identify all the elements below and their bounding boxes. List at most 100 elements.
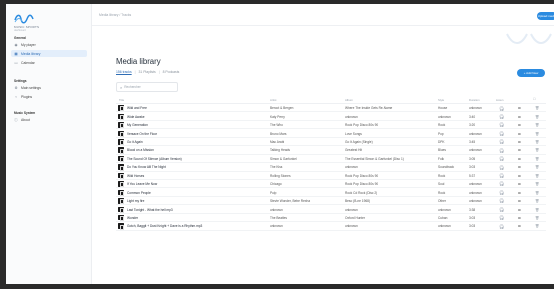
headphones-icon[interactable]: 🎧︎ <box>499 181 507 187</box>
headphones-icon[interactable]: 🎧︎ <box>499 207 507 213</box>
table-row[interactable]: Common People Pulp Rock Cd Rock (Disc 2) Ro… <box>116 188 546 197</box>
track-title[interactable]: My Generation <box>127 123 237 127</box>
more-options-icon[interactable]: ••• <box>518 224 526 228</box>
trash-icon[interactable]: 🗑︎ <box>535 165 541 169</box>
trash-icon[interactable]: 🗑︎ <box>535 224 541 228</box>
column-header-artist[interactable]: Artist <box>270 98 276 102</box>
track-title[interactable]: Wonder <box>127 216 237 220</box>
track-title[interactable]: Wild Horses <box>127 174 237 178</box>
more-options-icon[interactable]: ••• <box>518 123 526 127</box>
trash-icon[interactable]: 🗑︎ <box>535 106 541 110</box>
track-title[interactable]: Wild and Free <box>127 106 237 110</box>
more-options-icon[interactable]: ••• <box>518 115 526 119</box>
decorative-waves <box>506 33 552 44</box>
more-options-icon[interactable]: ••• <box>518 148 526 152</box>
trash-icon[interactable]: 🗑︎ <box>535 123 541 127</box>
trash-icon[interactable]: 🗑︎ <box>535 148 541 152</box>
table-row[interactable]: Go it Again Mac Arabi Go It Again (Single)… <box>116 138 546 147</box>
add-new-button[interactable]: + Add New <box>517 69 545 77</box>
more-options-icon[interactable]: ••• <box>518 191 526 195</box>
album-cover-thumbnail <box>118 147 124 154</box>
column-header-title[interactable]: Title <box>119 98 124 102</box>
trash-icon[interactable]: 🗑︎ <box>535 199 541 203</box>
table-row[interactable]: Wild and Free Bercot & Bergen Where The In… <box>116 104 546 113</box>
headphones-icon[interactable]: 🎧︎ <box>499 215 507 221</box>
trash-icon[interactable]: 🗑︎ <box>535 140 541 144</box>
sidebar-item-main-settings[interactable]: ⚙ Main settings <box>11 84 87 91</box>
more-options-icon[interactable]: ••• <box>518 106 526 110</box>
trash-icon[interactable]: 🗑︎ <box>535 132 541 136</box>
table-row[interactable]: Wide Awake Katy Perry unknown unknown 3:40 🎧︎… <box>116 112 546 121</box>
track-artist: Katy Perry <box>270 114 285 119</box>
album-cover-thumbnail <box>118 122 124 128</box>
headphones-icon[interactable]: 🎧︎ <box>499 224 507 230</box>
sidebar-item-plugins[interactable]: ⌁ Plugins <box>11 93 87 100</box>
trash-icon[interactable]: 🗑︎ <box>535 157 541 161</box>
track-title[interactable]: Go it Again <box>127 140 237 144</box>
select-all-checkbox[interactable]: ☐ <box>533 97 536 101</box>
headphones-icon[interactable]: 🎧︎ <box>499 139 507 145</box>
track-title[interactable]: Gotch, Baggit + Dust Knight + Dave is a … <box>127 224 237 228</box>
headphones-icon[interactable]: 🎧︎ <box>499 131 507 137</box>
headphones-icon[interactable]: 🎧︎ <box>499 173 507 179</box>
upload-media-button[interactable]: Upload media <box>537 12 554 20</box>
table-row[interactable]: Blood on a Mission Talking Heads Greatest … <box>116 146 546 155</box>
trash-icon[interactable]: 🗑︎ <box>535 174 541 178</box>
track-title[interactable]: Light my fire <box>127 199 237 203</box>
headphones-icon[interactable]: 🎧︎ <box>499 106 507 112</box>
more-options-icon[interactable]: ••• <box>518 208 526 212</box>
tab-playlists[interactable]: 31 Playlists <box>139 70 156 74</box>
sidebar-item-my-player[interactable]: ◉ My player <box>11 41 87 48</box>
more-options-icon[interactable]: ••• <box>518 182 526 186</box>
column-header-style[interactable]: Style <box>438 98 444 102</box>
headphones-icon[interactable]: 🎧︎ <box>499 190 507 196</box>
track-title[interactable]: Last Tonight - What the hell mp3 <box>127 208 237 212</box>
tab-tracks[interactable]: 156 tracks <box>116 70 132 74</box>
track-title[interactable]: If You Leave Me Now <box>127 182 237 186</box>
trash-icon[interactable]: 🗑︎ <box>535 182 541 186</box>
table-row[interactable]: Versace On the Floor Bruno Mars Love Songs… <box>116 129 546 138</box>
table-row[interactable]: Light my fire Stevie Wonder, Bebe Rexha Be… <box>116 197 546 206</box>
table-row[interactable]: Wild Horses Rolling Stones Rock Pop Disco … <box>116 172 546 180</box>
headphones-icon[interactable]: 🎧︎ <box>499 148 507 154</box>
more-options-icon[interactable]: ••• <box>518 132 526 136</box>
table-row[interactable]: Last Tonight - What the hell mp3 unknown u… <box>116 205 546 214</box>
track-title[interactable]: Blood on a Mission <box>127 148 237 152</box>
column-header-album[interactable]: Album <box>345 98 353 102</box>
tab-podcasts[interactable]: 8 Podcasts <box>163 70 180 74</box>
track-title[interactable]: Wide Awake <box>127 115 237 119</box>
more-options-icon[interactable]: ••• <box>518 216 526 220</box>
sidebar-item-calendar[interactable]: ▭ Calendar <box>11 59 87 66</box>
track-title[interactable]: Common People <box>127 191 237 195</box>
trash-icon[interactable]: 🗑︎ <box>535 191 541 195</box>
trash-icon[interactable]: 🗑︎ <box>535 208 541 212</box>
track-title[interactable]: The Sound Of Silence (Album Version) <box>127 157 237 161</box>
track-title[interactable]: Versace On the Floor <box>127 132 237 136</box>
headphones-icon[interactable]: 🎧︎ <box>499 156 507 162</box>
headphones-icon[interactable]: 🎧︎ <box>499 122 507 128</box>
headphones-icon[interactable]: 🎧︎ <box>499 198 507 204</box>
track-album: Oxford Hunter <box>345 215 366 220</box>
table-row[interactable]: Do You Know Alll The Night The Kiss unknow… <box>116 163 546 172</box>
table-row[interactable]: My Generation The Who Rock Pop Disco 80s 9… <box>116 121 546 130</box>
headphones-icon[interactable]: 🎧︎ <box>499 165 507 171</box>
more-options-icon[interactable]: ••• <box>518 157 526 161</box>
more-options-icon[interactable]: ••• <box>518 199 526 203</box>
table-row[interactable]: Gotch, Baggit + Dust Knight + Dave is a … <box>116 222 546 231</box>
headphones-icon[interactable]: 🎧︎ <box>499 114 507 120</box>
table-row[interactable]: The Sound Of Silence (Album Version) Simo… <box>116 155 546 164</box>
sidebar-item-media-library[interactable]: ▦ Media library <box>11 50 87 57</box>
table-row[interactable]: If You Leave Me Now Chicago Rock Pop Disco… <box>116 180 546 189</box>
sidebar-item-about[interactable]: ⓘ About <box>11 116 87 123</box>
trash-icon[interactable]: 🗑︎ <box>535 216 541 220</box>
search-input[interactable]: ⌕ Rechercher <box>116 82 178 92</box>
track-title[interactable]: Do You Know Alll The Night <box>127 165 237 169</box>
column-header-duration[interactable]: Duration <box>469 98 480 102</box>
more-options-icon[interactable]: ••• <box>518 174 526 178</box>
table-row[interactable]: Wonder The Beatles Oxford Hunter Cuban 3:03 🎧… <box>116 214 546 223</box>
more-options-icon[interactable]: ••• <box>518 165 526 169</box>
trash-icon[interactable]: 🗑︎ <box>535 115 541 119</box>
track-album: Greatest Hit <box>345 148 363 153</box>
track-artist: Stevie Wonder, Bebe Rexha <box>270 199 310 204</box>
more-options-icon[interactable]: ••• <box>518 140 526 144</box>
